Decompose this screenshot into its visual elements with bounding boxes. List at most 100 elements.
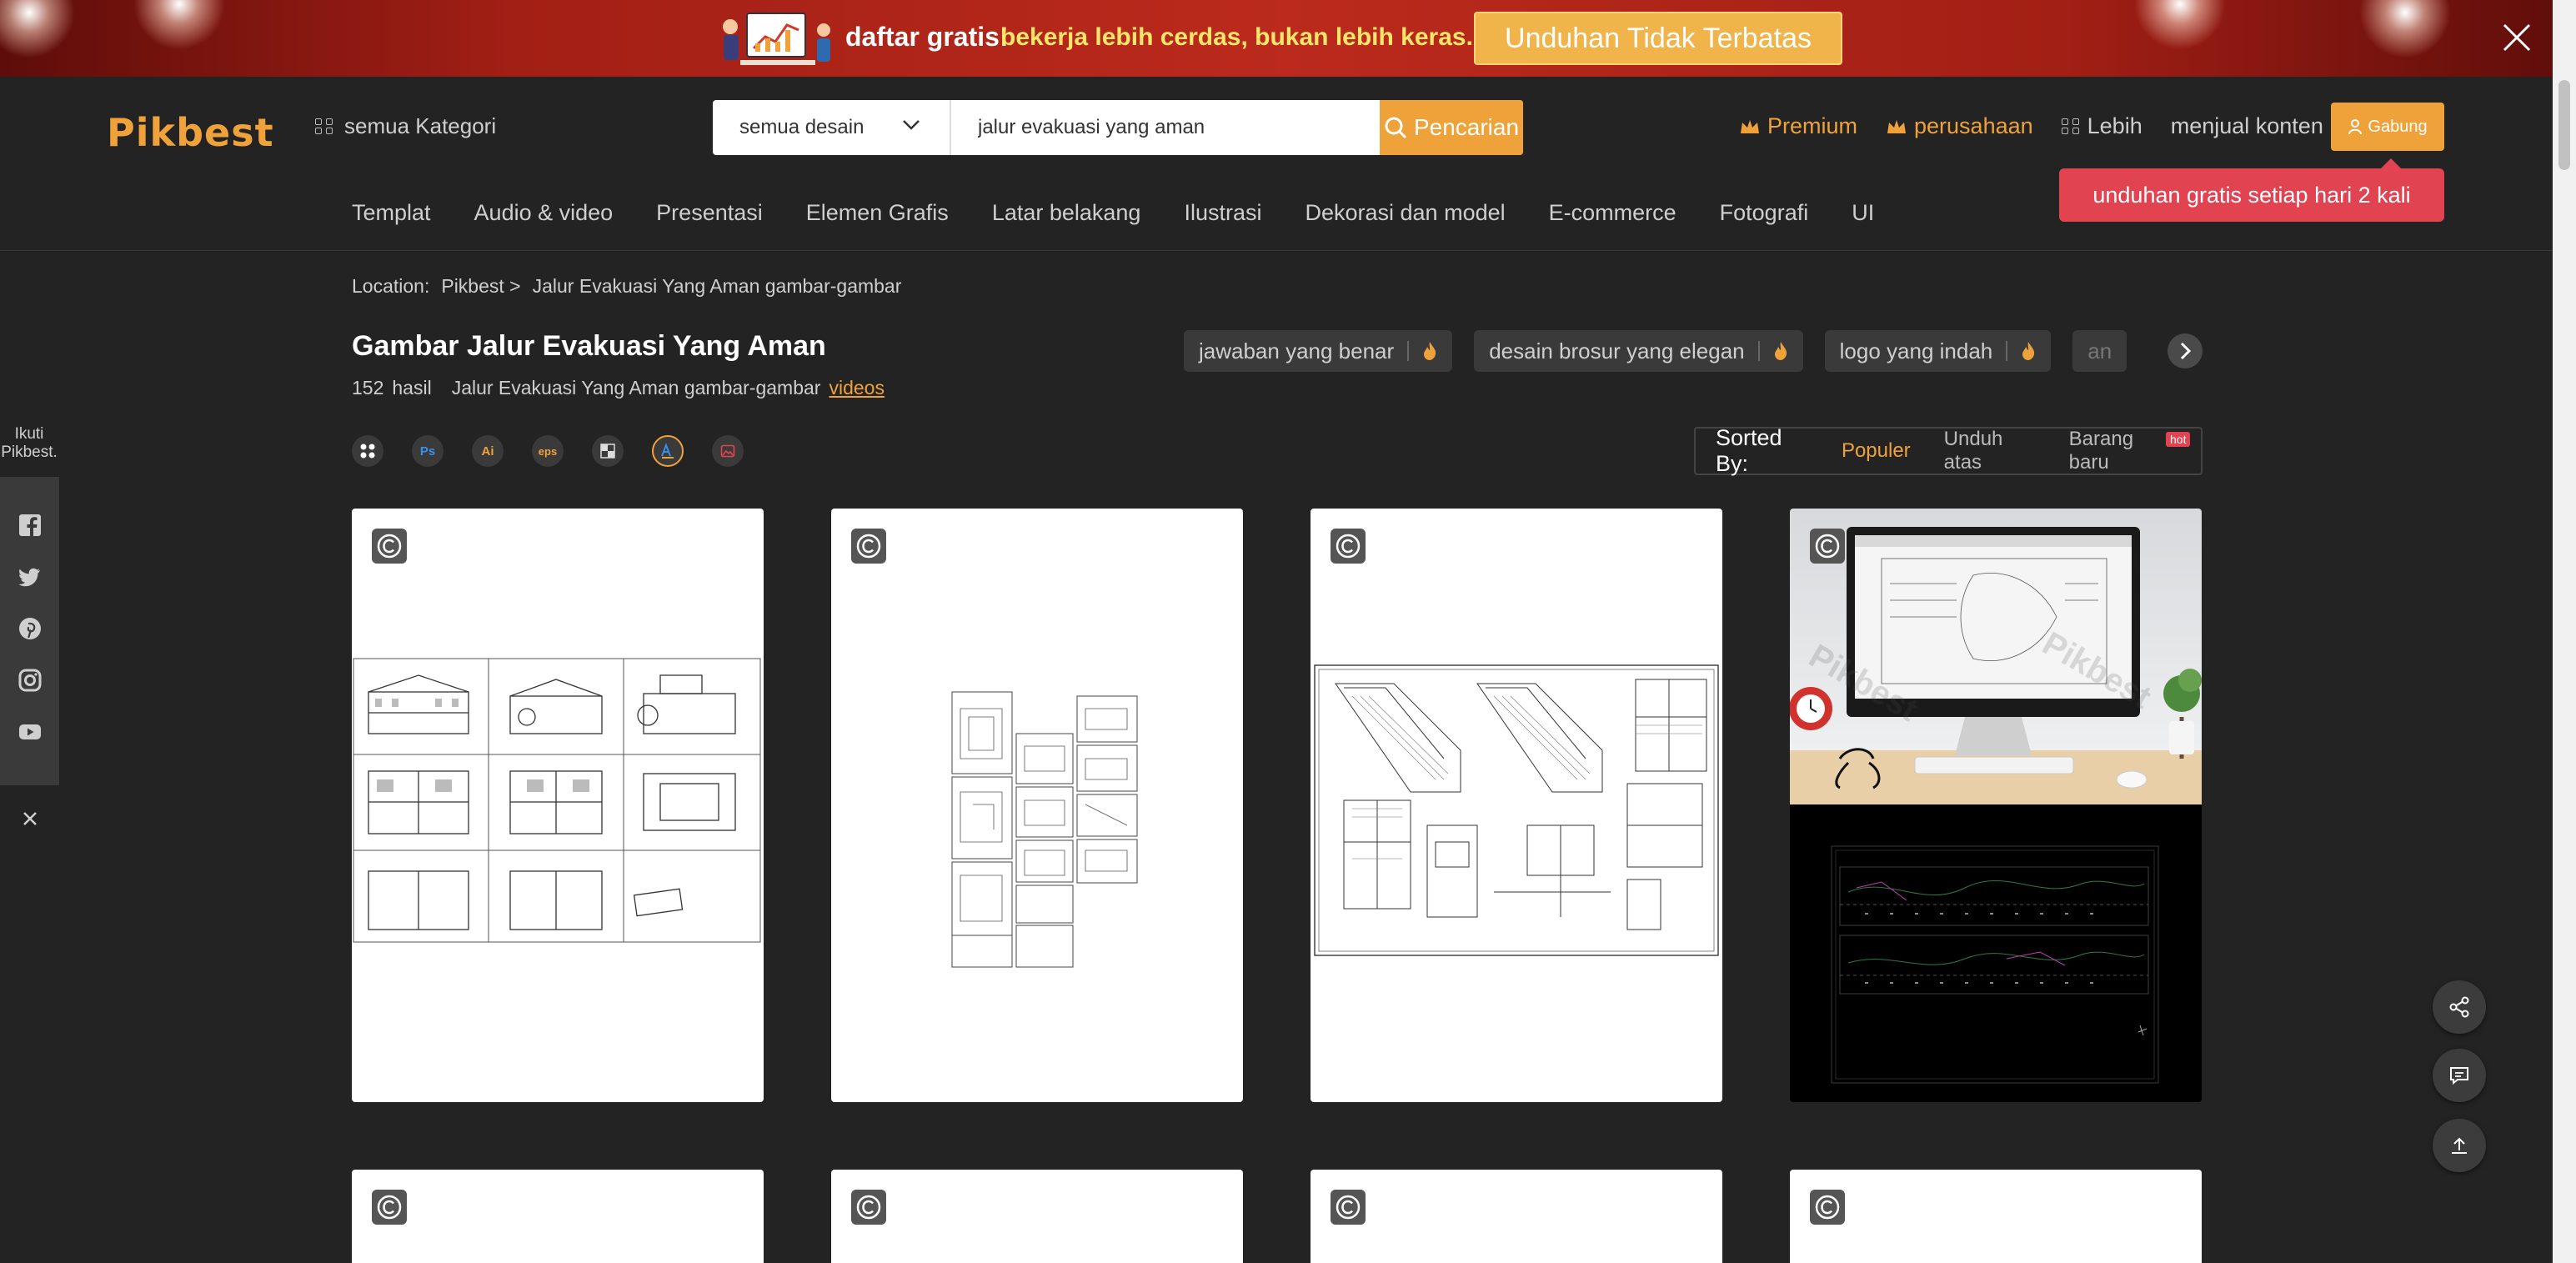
category-elemen-grafis[interactable]: Elemen Grafis <box>806 200 949 226</box>
result-card[interactable] <box>1311 1170 1722 1263</box>
breadcrumb-home[interactable]: Pikbest > <box>441 275 520 298</box>
sell-content-link[interactable]: menjual konten <box>2171 113 2323 139</box>
premium-link[interactable]: Premium <box>1739 113 1857 139</box>
close-sidebar-icon[interactable] <box>20 809 40 829</box>
category-templat[interactable]: Templat <box>352 200 431 226</box>
image-icon <box>720 444 735 458</box>
category-ui[interactable]: UI <box>1852 200 1874 226</box>
company-label: perusahaan <box>1914 113 2033 138</box>
category-ilustrasi[interactable]: Ilustrasi <box>1184 200 1261 226</box>
category-nav: Templat Audio & video Presentasi Elemen … <box>352 200 1917 226</box>
copyright-icon <box>372 529 407 564</box>
tags-next-control <box>2159 330 2203 372</box>
eps-filter[interactable]: eps <box>532 435 564 467</box>
sort-box: Sorted By: Populer Unduh atas Barang bar… <box>1694 425 2203 476</box>
unlimited-download-button[interactable]: Unduhan Tidak Terbatas <box>1474 12 1842 65</box>
all-formats-filter[interactable] <box>352 435 383 467</box>
share-icon <box>2449 996 2469 1018</box>
category-ecommerce[interactable]: E-commerce <box>1549 200 1676 226</box>
premium-label: Premium <box>1767 113 1858 138</box>
related-text: Jalur Evakuasi Yang Aman gambar-gambar <box>451 377 821 398</box>
search-type-value: semua desain <box>739 116 865 138</box>
result-card[interactable] <box>1311 509 1722 1102</box>
grid-icon <box>360 444 375 459</box>
ps-filter[interactable]: Ps <box>412 435 444 467</box>
user-icon <box>2348 119 2363 135</box>
scrollbar[interactable] <box>2553 0 2576 1263</box>
search-button-label: Pencarian <box>1413 114 1520 140</box>
back-to-top-button[interactable] <box>2433 1119 2486 1172</box>
image-filter[interactable] <box>712 435 744 467</box>
transparent-png-icon <box>600 444 615 459</box>
social-sidebar <box>0 477 59 785</box>
page-title: Gambar Jalur Evakuasi Yang Aman <box>352 330 826 362</box>
copyright-icon <box>1331 529 1366 564</box>
company-link[interactable]: perusahaan <box>1886 113 2033 139</box>
sort-label: Sorted By: <box>1716 425 1782 476</box>
youtube-icon[interactable] <box>18 720 42 744</box>
follow-label-line: Pikbest. <box>1 444 58 461</box>
scrollbar-thumb[interactable] <box>2558 80 2570 170</box>
result-card[interactable] <box>352 509 764 1102</box>
result-card[interactable] <box>831 509 1243 1102</box>
tags-next-button[interactable] <box>2168 333 2203 368</box>
promo-free-label: daftar gratis! <box>845 22 1009 52</box>
follow-label-line: Ikuti <box>14 425 44 443</box>
stage-light <box>2359 0 2451 58</box>
tag-item[interactable]: logo yang indah <box>1824 330 2052 372</box>
search-input[interactable] <box>951 100 1380 155</box>
search-type-select[interactable]: semua desain <box>713 100 951 155</box>
category-dekorasi[interactable]: Dekorasi dan model <box>1305 200 1505 226</box>
font-filter[interactable] <box>652 435 684 467</box>
facebook-icon[interactable] <box>18 514 42 537</box>
copyright-icon <box>1810 529 1845 564</box>
stage-light <box>2134 0 2226 50</box>
close-icon[interactable] <box>2499 20 2534 55</box>
crown-icon <box>1741 119 1759 133</box>
category-fotografi[interactable]: Fotografi <box>1720 200 1809 226</box>
tag-label: jawaban yang benar <box>1199 338 1395 363</box>
twitter-icon[interactable] <box>18 565 42 589</box>
ai-filter[interactable]: Ai <box>472 435 504 467</box>
result-card[interactable]: Pikbest Pikbest <box>1790 509 2202 1102</box>
result-card[interactable] <box>831 1170 1243 1263</box>
category-presentasi[interactable]: Presentasi <box>656 200 763 226</box>
tag-item[interactable]: an <box>2072 330 2127 372</box>
header-links: Premium perusahaan Lebih menjual konten <box>1739 113 2352 139</box>
all-categories-button[interactable]: semua Kategori <box>315 113 496 139</box>
promo-banner: daftar gratis! bekerja lebih cerdas, buk… <box>0 0 2576 77</box>
more-label: Lebih <box>2087 113 2142 138</box>
join-label: Gabung <box>2368 117 2428 136</box>
search-button[interactable]: Pencarian <box>1380 100 1523 155</box>
breadcrumb-current: Jalur Evakuasi Yang Aman gambar-gambar <box>532 275 902 297</box>
stage-light <box>133 0 225 50</box>
result-card[interactable] <box>1790 1170 2202 1263</box>
category-latar-belakang[interactable]: Latar belakang <box>992 200 1141 226</box>
instagram-icon[interactable] <box>18 669 42 692</box>
promo-illustration <box>723 13 830 65</box>
follow-label: Ikuti Pikbest. <box>0 425 58 462</box>
sort-newest[interactable]: Barang baru <box>2069 428 2168 474</box>
tag-label: an <box>2087 338 2112 363</box>
tag-item[interactable]: jawaban yang benar <box>1184 330 1453 372</box>
copyright-icon <box>372 1190 407 1225</box>
videos-link[interactable]: videos <box>829 377 884 399</box>
pikbest-logo[interactable]: Pikbest <box>107 110 274 155</box>
png-filter[interactable] <box>592 435 624 467</box>
all-categories-label: semua Kategori <box>344 113 497 138</box>
more-link[interactable]: Lebih <box>2061 113 2142 139</box>
category-audio-video[interactable]: Audio & video <box>474 200 614 226</box>
sort-top-download[interactable]: Unduh atas <box>1944 428 2036 474</box>
tag-item[interactable]: desain brosur yang elegan <box>1474 330 1803 372</box>
result-count-unit: hasil <box>392 377 432 398</box>
chat-icon <box>2450 1067 2468 1085</box>
sell-content-label: menjual konten <box>2170 113 2323 138</box>
pinterest-icon[interactable] <box>18 617 42 640</box>
feedback-button[interactable] <box>2433 1049 2486 1102</box>
sort-popular[interactable]: Populer <box>1842 439 1911 463</box>
result-card[interactable] <box>352 1170 764 1263</box>
share-button[interactable] <box>2433 980 2486 1034</box>
join-button[interactable]: Gabung <box>2331 103 2444 151</box>
search-bar: semua desain Pencarian <box>713 100 1523 155</box>
search-icon <box>1385 117 1407 139</box>
